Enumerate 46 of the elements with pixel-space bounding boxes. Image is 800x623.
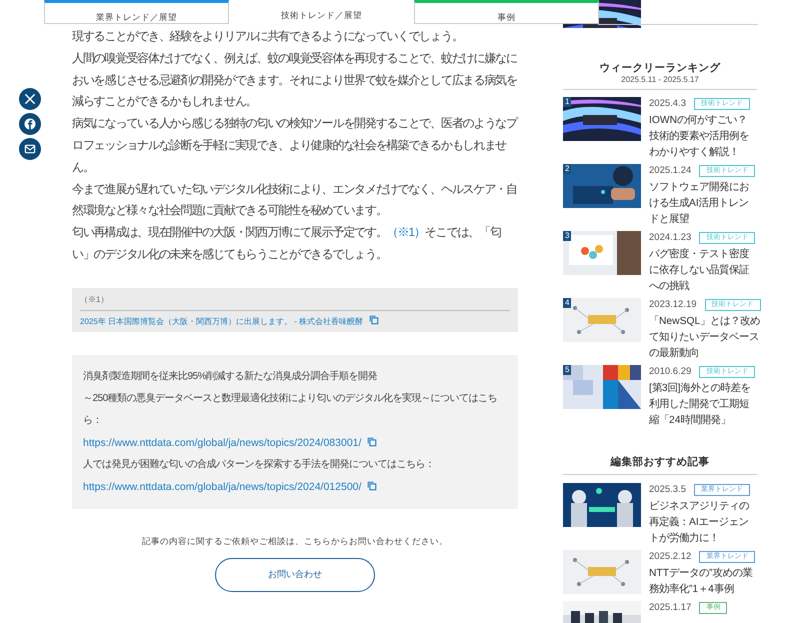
article-paragraph: 現することができ、経験をよりリアルに共有できるようになっていくでしょう。 [72, 28, 464, 45]
article-title-link[interactable]: NTTデータの”攻めの業務効率化”1＋4事例 [649, 566, 757, 598]
article-title-link[interactable]: ソフトウェア開発における生成AI活用トレンドと展望 [649, 180, 757, 228]
date-text: 2025.3.5 [649, 482, 686, 497]
category-tab[interactable]: 業界トレンド／展望 [44, 0, 229, 24]
related-text: ～250種類の悪臭データベースと数理最適化技術により匂いのデジタル化を実現～についてはこちら： [83, 392, 498, 428]
mail-share-icon[interactable] [19, 138, 41, 160]
category-tab[interactable]: 事例 [414, 0, 599, 24]
article-title-link[interactable]: 「NewSQL」とは？改めて知りたいデータベースの最新動向 [649, 314, 761, 362]
article-title-link[interactable]: [第3回]海外との時差を利用した開発で工期短縮「24時間開発」 [649, 381, 757, 429]
article-title-link[interactable]: ビジネスアジリティの再定義：AIエージェントが労働力に！ [649, 499, 757, 547]
date-text: 2023.12.19 [649, 298, 697, 312]
date-text: 2010.6.29 [649, 364, 692, 379]
footnote-source-link[interactable]: 2025年 日本国際博覧会（大阪・関西万博）に出展します。 - 株式会社香味醗酵 [80, 310, 510, 328]
article-title-link[interactable]: バグ密度・テスト密度に依存しない品質保証への挑戦 [649, 247, 757, 295]
ranking-heading: ウィークリーランキング [598, 62, 722, 75]
date-text: 2025.4.3 [649, 96, 686, 111]
x-share-icon[interactable] [19, 88, 41, 110]
date-text: 2025.1.17 [649, 600, 692, 615]
article-paragraph: 人間の嗅覚受容体だけでなく、例えば、蚊の嗅覚受容体を再現することで、蚊だけに嫌なにおいを感じさせる忌避剤の開発ができます。それにより世界で蚊を媒介として広まる病気を減らすことができるかもしれません。 [72, 50, 518, 110]
rank-badge: 5 [563, 365, 572, 375]
rank-badge: 1 [563, 97, 572, 107]
footnote-mark: （※1） [80, 294, 510, 311]
rank-badge: 2 [563, 164, 572, 174]
facebook-share-icon[interactable] [19, 113, 41, 135]
date-text: 2024.1.23 [649, 230, 692, 245]
article-title-link[interactable]: IOWNの何がすごい？技術的要素や活用例をわかりやすく解説！ [649, 113, 757, 161]
news-url-link[interactable]: https://www.nttdata.com/global/ja/news/topics/2024/012500/ [83, 476, 507, 498]
copy-icon [369, 314, 380, 325]
copy-icon [367, 436, 378, 447]
copy-icon [367, 480, 378, 491]
recommended-heading: 編集部おすすめ記事 [609, 456, 710, 469]
news-url-link[interactable]: https://www.nttdata.com/global/ja/news/topics/2024/083001/ [83, 432, 507, 454]
rank-badge: 4 [563, 298, 572, 308]
article-paragraph: 今まで進展が遅れていた匂いデジタル化技術により、エンタメだけでなく、ヘルスケア・自然環境など様々な社会問題に貢献できる可能性を秘めています。 [72, 180, 518, 220]
related-text: 人では発見が困難な匂いの合成パターンを探索する手法を開発についてはこちら： [83, 458, 436, 472]
date-text: 2025.2.12 [649, 550, 692, 564]
article-paragraph: 病気になっている人から感じる独特の匂いの検知ツールを開発することで、医者のようなプロフェッショナルな診断を手軽に実現でき、より健康的な社会を構築できるかもしれません。 [72, 115, 518, 176]
contact-text: 記事の内容に関するご依頼やご相談は、こちらからお問い合わせください。 [141, 534, 449, 548]
article-paragraph: 匂い再構成は、現在開催中の大阪・関西万博にて展示予定です。（※1）そこでは、「匂い」のデジタル化の未来を感じてもらうことができるでしょう。 [72, 224, 502, 263]
rank-badge: 3 [563, 231, 572, 241]
date-text: 2025.1.24 [649, 164, 692, 178]
footnote-link[interactable]: （※1） [386, 225, 425, 240]
contact-button[interactable]: お問い合わせ [215, 558, 375, 592]
related-text: 消臭剤製造期間を従来比95%削減する新たな消臭成分調合手順を開発 [83, 370, 378, 384]
ranking-period: 2025.5.11 - 2025.5.17 [620, 75, 700, 85]
